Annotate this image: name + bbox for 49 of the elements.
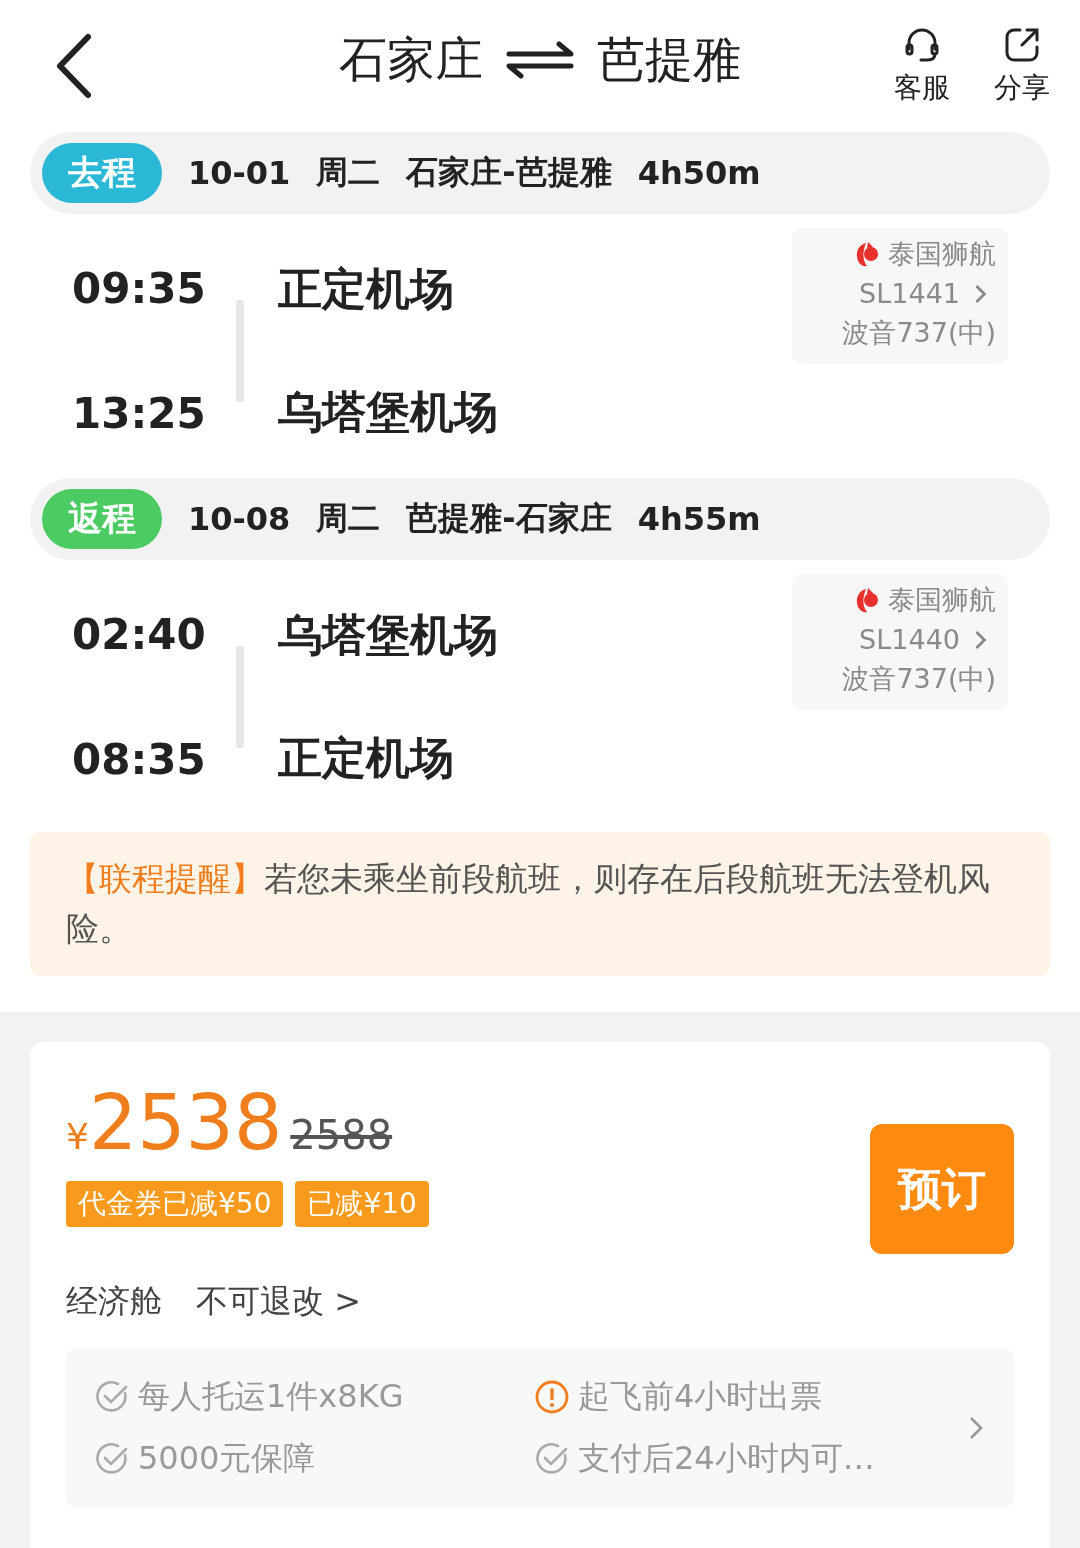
feature-text: 支付后24小时内可… bbox=[578, 1438, 875, 1479]
weekday: 周二 bbox=[316, 498, 381, 539]
aircraft-type: 波音737(中) bbox=[842, 662, 996, 696]
departure-time: 09:35 bbox=[72, 264, 202, 313]
arrival-time: 13:25 bbox=[72, 389, 202, 438]
departure-time: 02:40 bbox=[72, 610, 202, 659]
duration: 4h50m bbox=[637, 154, 761, 192]
feature-text: 每人托运1件x8KG bbox=[138, 1376, 404, 1417]
aircraft-type: 波音737(中) bbox=[842, 316, 996, 350]
features-panel[interactable]: 每人托运1件x8KG 起飞前4小时出票 5000元保障 支付后24小时内可… bbox=[66, 1348, 1014, 1508]
destination-city: 芭提雅 bbox=[597, 30, 741, 89]
swap-arrows-icon[interactable] bbox=[505, 40, 575, 80]
price: 2538 bbox=[88, 1078, 283, 1167]
flight-date: 10-08 bbox=[188, 500, 291, 538]
check-circle-icon bbox=[94, 1441, 130, 1477]
discount-tag: 代金券已减¥50 bbox=[66, 1181, 284, 1227]
flight-number: SL1441 bbox=[859, 278, 960, 309]
header-action[interactable]: 分享 bbox=[994, 25, 1050, 107]
departure-airport: 乌塔堡机场 bbox=[278, 608, 499, 662]
check-circle-icon bbox=[534, 1441, 570, 1477]
feature-text: 起飞前4小时出票 bbox=[578, 1376, 823, 1417]
duration: 4h55m bbox=[637, 500, 761, 538]
check-circle-icon bbox=[94, 1379, 130, 1415]
book-button[interactable]: 预订 bbox=[870, 1124, 1014, 1254]
flight-number: SL1440 bbox=[859, 624, 960, 655]
weekday: 周二 bbox=[316, 152, 381, 193]
refund-policy-link[interactable]: 不可退改 > bbox=[196, 1280, 361, 1324]
arrival-airport: 正定机场 bbox=[278, 731, 455, 785]
original-price: 2588 bbox=[290, 1112, 393, 1158]
transfer-notice: 【联程提醒】若您未乘坐前段航班，则存在后段航班无法登机风险。 bbox=[30, 832, 1050, 976]
currency-symbol: ¥ bbox=[66, 1116, 89, 1157]
flight-info-card[interactable]: 泰国狮航 SL1441 波音737(中) bbox=[792, 228, 1008, 364]
airline-name: 泰国狮航 bbox=[888, 583, 996, 617]
feature-text: 5000元保障 bbox=[138, 1438, 316, 1479]
airline-name: 泰国狮航 bbox=[888, 237, 996, 271]
flight-date: 10-01 bbox=[188, 154, 291, 192]
trip-tag: 去程 bbox=[42, 143, 162, 203]
flight-info-card[interactable]: 泰国狮航 SL1440 波音737(中) bbox=[792, 574, 1008, 710]
arrival-time: 08:35 bbox=[72, 735, 202, 784]
arrival-airport: 乌塔堡机场 bbox=[278, 385, 499, 439]
cabin-class: 经济舱 bbox=[66, 1281, 162, 1322]
warning-icon bbox=[534, 1379, 570, 1415]
header-action[interactable]: 客服 bbox=[894, 25, 950, 107]
route: 芭提雅-石家庄 bbox=[406, 498, 612, 539]
discount-tag: 已减¥10 bbox=[295, 1181, 429, 1227]
trip-tag: 返程 bbox=[42, 489, 162, 549]
departure-airport: 正定机场 bbox=[278, 262, 455, 316]
origin-city: 石家庄 bbox=[339, 30, 483, 89]
route: 石家庄-芭提雅 bbox=[406, 152, 612, 193]
